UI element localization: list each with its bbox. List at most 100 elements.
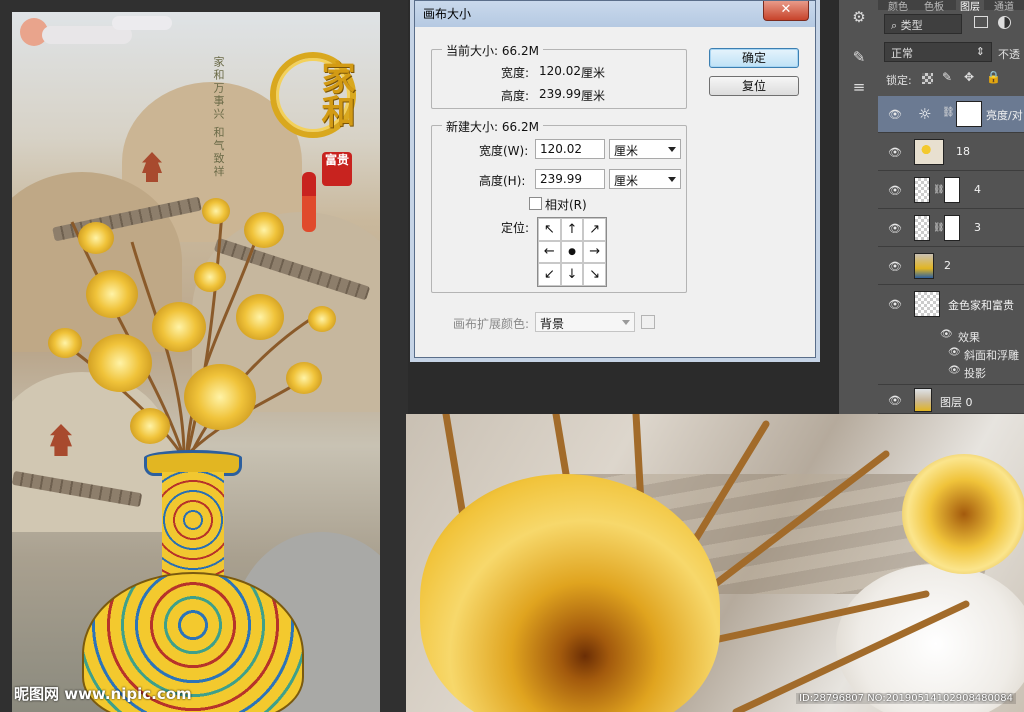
eye-icon[interactable]: 👁 [888, 184, 902, 197]
layer-mask-thumb[interactable] [956, 101, 982, 127]
golden-rose [236, 294, 284, 340]
golden-rose [184, 364, 256, 430]
golden-rose [202, 198, 230, 224]
brush-icon[interactable]: ✎ [848, 46, 870, 68]
layer-thumb [914, 177, 930, 203]
effects-label: 效果 [958, 331, 980, 344]
tab-swatches[interactable]: 色板 [924, 0, 944, 13]
eye-icon[interactable]: 👁 [940, 329, 953, 340]
lock-transparent-icon[interactable] [922, 73, 933, 84]
anchor-bottom-icon[interactable]: ↓ [560, 263, 584, 286]
anchor-top-left-icon[interactable]: ↖ [538, 218, 561, 241]
blend-mode-select[interactable]: 正常 ⇕ [884, 42, 992, 62]
effect-label: 投影 [964, 367, 986, 380]
layer-thumb [914, 291, 940, 317]
layer-mask-thumb[interactable] [944, 177, 960, 203]
anchor-right-icon[interactable]: → [583, 240, 606, 264]
layer-filter-select[interactable]: ⌕ 类型 [884, 14, 962, 34]
golden-rose [78, 222, 114, 254]
link-icon: ⛓ [933, 185, 945, 195]
anchor-top-right-icon[interactable]: ↗ [583, 218, 606, 241]
anchor-bottom-left-icon[interactable]: ↙ [538, 263, 561, 286]
lock-move-icon[interactable]: ✥ [964, 70, 974, 84]
watermark-left: 昵图网 www.nipic.com [14, 685, 192, 703]
layer-thumb [914, 139, 944, 165]
ok-button[interactable]: 确定 [709, 48, 799, 68]
layer-name[interactable]: 4 [974, 183, 981, 196]
close-button[interactable]: ✕ [763, 1, 809, 21]
eye-icon[interactable]: 👁 [888, 222, 902, 235]
anchor-label: 定位: [501, 221, 530, 235]
effect-row-bevel[interactable]: 👁 斜面和浮雕 [878, 346, 1024, 364]
layer-row-18[interactable]: 👁 18 [878, 134, 1024, 171]
tab-channels[interactable]: 通道 [994, 0, 1014, 13]
adjustments-icon[interactable]: ⚙ [848, 6, 870, 28]
watermark-right: ID:28796807 NO:20190514102908480084 [796, 693, 1016, 704]
layers-panel: 颜色 色板 图层 通道 ⌕ 类型 正常 ⇕ 不透 锁定: ✎ ✥ 🔒 👁 ☼ ⛓… [878, 0, 1024, 414]
layer-thumb [914, 215, 930, 241]
eye-icon[interactable]: 👁 [888, 108, 902, 121]
anchor-grid: ↖ ↑ ↗ ← ● → ↙ ↓ ↘ [537, 217, 607, 287]
lock-brush-icon[interactable]: ✎ [942, 70, 952, 84]
golden-rose [194, 262, 226, 292]
layer-row-brightness[interactable]: 👁 ☼ ⛓ 亮度/对 [878, 96, 1024, 133]
layer-name[interactable]: 2 [944, 259, 951, 272]
golden-rose [244, 212, 284, 248]
chevron-down-icon: ⇕ [975, 45, 985, 58]
eye-icon[interactable]: 👁 [888, 394, 902, 407]
new-width-unit-value: 厘米 [614, 144, 639, 158]
eye-icon[interactable]: 👁 [888, 260, 902, 273]
current-width-label: 宽度: [501, 66, 530, 80]
layer-row-4[interactable]: 👁 ⛓ 4 [878, 172, 1024, 209]
adjustment-layer-icon: ☼ [918, 105, 932, 123]
new-width-label: 宽度(W): [479, 144, 529, 158]
layer-mask-thumb[interactable] [944, 215, 960, 241]
dialog-titlebar[interactable]: 画布大小 [415, 1, 815, 27]
eye-icon[interactable]: 👁 [888, 146, 902, 159]
new-width-input[interactable]: 120.02 [535, 139, 605, 159]
filter-image-icon[interactable] [974, 16, 988, 28]
panel-tool-strip: ⚙ ✎ ≡ [838, 0, 878, 414]
golden-rose [86, 270, 138, 318]
blend-mode-value: 正常 [891, 47, 913, 60]
reset-button[interactable]: 复位 [709, 76, 799, 96]
sliders-icon[interactable]: ≡ [848, 76, 870, 98]
layer-name[interactable]: 图层 0 [940, 394, 973, 410]
relative-label[interactable]: 相对(R) [545, 196, 587, 213]
anchor-bottom-right-icon[interactable]: ↘ [583, 263, 606, 286]
layer-name[interactable]: 18 [956, 145, 970, 158]
anchor-top-icon[interactable]: ↑ [560, 218, 584, 241]
effect-row-shadow[interactable]: 👁 投影 [878, 364, 1024, 382]
dialog-title: 画布大小 [423, 7, 472, 21]
lock-all-icon[interactable]: 🔒 [986, 70, 1001, 84]
layer-row-3[interactable]: 👁 ⛓ 3 [878, 210, 1024, 247]
current-height-unit: 厘米 [581, 89, 606, 103]
document-canvas-right[interactable]: ID:28796807 NO:20190514102908480084 [406, 414, 1024, 712]
filter-adjust-icon[interactable] [998, 16, 1011, 29]
eye-icon[interactable]: 👁 [948, 347, 961, 358]
lock-label: 锁定: [886, 74, 912, 87]
new-width-unit-select[interactable]: 厘米 [609, 139, 681, 159]
layer-row-golden-title[interactable]: 👁 金色家和富贵 [878, 286, 1024, 323]
anchor-left-icon[interactable]: ← [538, 240, 561, 264]
relative-checkbox[interactable] [529, 197, 542, 210]
effects-row[interactable]: 👁 效果 [878, 328, 1024, 346]
layer-name[interactable]: 亮度/对 [986, 107, 1023, 123]
new-height-input[interactable]: 239.99 [535, 169, 605, 189]
new-height-unit-value: 厘米 [614, 174, 639, 188]
tab-layers[interactable]: 图层 [956, 0, 984, 13]
anchor-center-icon[interactable]: ● [560, 240, 584, 264]
extension-color-swatch[interactable] [641, 315, 655, 329]
layer-row-background[interactable]: 👁 图层 0 [878, 384, 1024, 414]
golden-rose [152, 302, 206, 352]
tab-color[interactable]: 颜色 [888, 0, 908, 13]
golden-rose [286, 362, 322, 394]
extension-color-select[interactable]: 背景 [535, 312, 635, 332]
eye-icon[interactable]: 👁 [888, 298, 902, 311]
eye-icon[interactable]: 👁 [948, 365, 961, 376]
layer-name[interactable]: 金色家和富贵 [948, 297, 1014, 313]
layer-row-2[interactable]: 👁 2 [878, 248, 1024, 285]
document-canvas-left[interactable]: 家和 家和万事兴 和气致祥 富贵 昵图网 www.nipic.com [0, 0, 408, 712]
layer-name[interactable]: 3 [974, 221, 981, 234]
new-height-unit-select[interactable]: 厘米 [609, 169, 681, 189]
